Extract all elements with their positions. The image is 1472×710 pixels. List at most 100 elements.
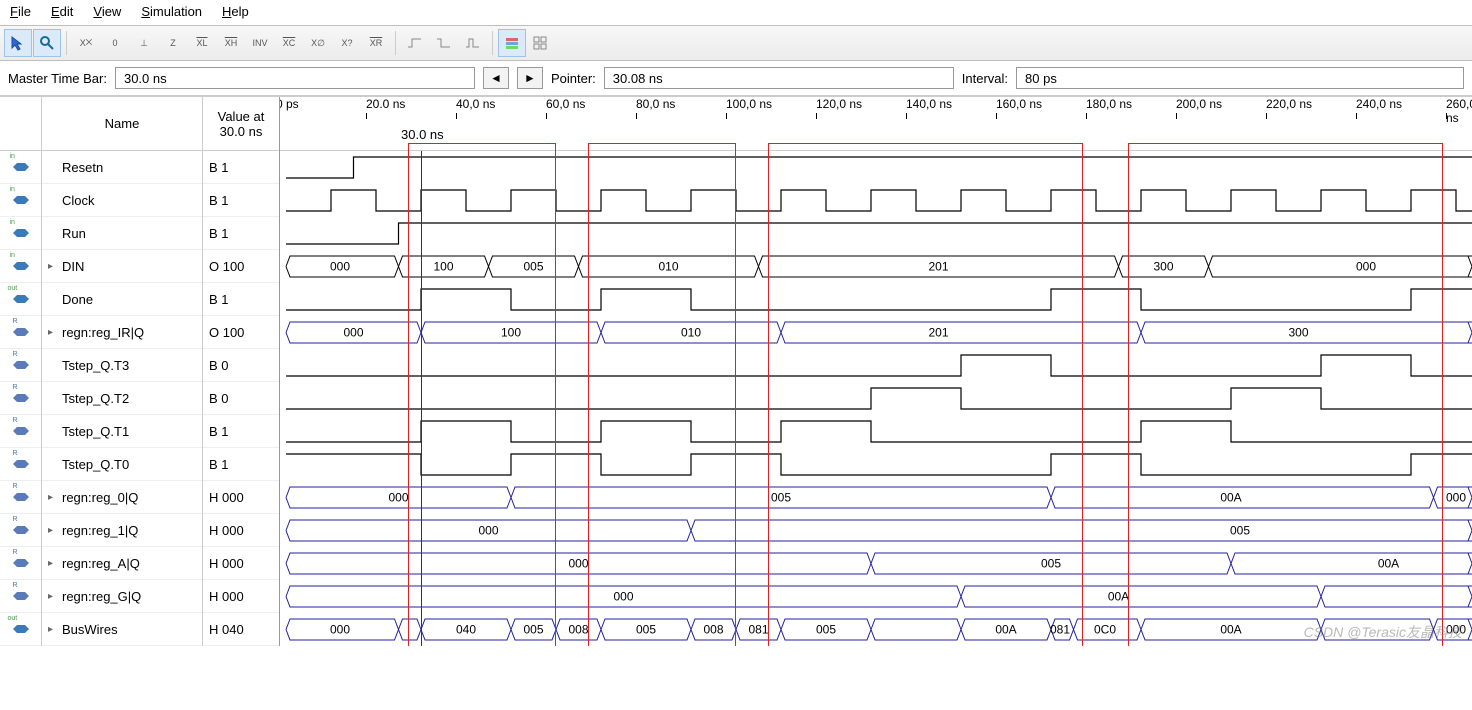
signal-row[interactable]: ▸regn:reg_1|Q (42, 514, 202, 547)
prev-button[interactable]: ◄ (483, 67, 509, 89)
svg-text:0C0: 0C0 (1094, 623, 1116, 637)
main-area: Name ResetnClockRun▸DINDone▸regn:reg_IR|… (0, 96, 1472, 646)
waveform-row[interactable]: 00000A (280, 580, 1472, 613)
value-header: Value at 30.0 ns (203, 97, 279, 151)
svg-text:201: 201 (928, 326, 948, 340)
pointer-tool-icon[interactable] (4, 29, 32, 57)
xo-icon[interactable]: X∅ (304, 29, 332, 57)
cursor-label: 30.0 ns (401, 127, 444, 142)
waveform-row[interactable] (280, 349, 1472, 382)
signal-type-icon (13, 425, 29, 437)
master-time-field[interactable]: 30.0 ns (115, 67, 475, 89)
expand-icon[interactable]: ▸ (48, 492, 58, 503)
next-button[interactable]: ► (517, 67, 543, 89)
svg-text:000: 000 (330, 623, 350, 637)
expand-icon[interactable]: ▸ (48, 591, 58, 602)
signal-row[interactable]: Tstep_Q.T3 (42, 349, 202, 382)
signal-value: B 1 (203, 415, 279, 448)
wave3-icon[interactable] (459, 29, 487, 57)
signal-row[interactable]: Done (42, 283, 202, 316)
xq-icon[interactable]: X? (333, 29, 361, 57)
waveform-row[interactable] (280, 184, 1472, 217)
waveform-area[interactable]: 30.0 ns 0 ps20.0 ns40,0 ns60,0 ns80,0 ns… (280, 97, 1472, 646)
wave1-icon[interactable] (401, 29, 429, 57)
xc-icon[interactable]: XC (275, 29, 303, 57)
signal-row[interactable]: Run (42, 217, 202, 250)
waveform-row[interactable] (280, 448, 1472, 481)
signal-row[interactable]: Tstep_Q.T1 (42, 415, 202, 448)
svg-text:00A: 00A (995, 623, 1016, 637)
signal-type-icon (13, 458, 29, 470)
signal-row[interactable]: ▸ regn:reg_G|Q (42, 580, 202, 613)
signal-value: H 000 (203, 514, 279, 547)
signal-name: Done (62, 292, 93, 307)
svg-text:000: 000 (330, 260, 350, 274)
menu-edit[interactable]: Edit (51, 4, 73, 19)
cursor-line[interactable] (421, 151, 422, 646)
snap-icon[interactable] (498, 29, 526, 57)
force-z-icon[interactable]: Z (159, 29, 187, 57)
expand-icon[interactable]: ▸ (48, 558, 58, 569)
inv-icon[interactable]: INV (246, 29, 274, 57)
force-h-icon[interactable]: XH (217, 29, 245, 57)
force-l-icon[interactable]: XL (188, 29, 216, 57)
signal-row[interactable]: ▸regn:reg_A|Q (42, 547, 202, 580)
svg-text:000: 000 (1446, 491, 1466, 505)
svg-text:081: 081 (748, 623, 768, 637)
svg-text:000: 000 (613, 590, 633, 604)
menu-simulation[interactable]: Simulation (141, 4, 202, 19)
pointer-field[interactable]: 30.08 ns (604, 67, 954, 89)
menu-view[interactable]: View (93, 4, 121, 19)
zoom-tool-icon[interactable] (33, 29, 61, 57)
svg-text:00A: 00A (1220, 491, 1241, 505)
force-0-icon[interactable]: 0 (101, 29, 129, 57)
waveform-row[interactable]: 00000500A (280, 547, 1472, 580)
svg-text:000: 000 (478, 524, 498, 538)
overwrite-x-icon[interactable]: X⨉ (72, 29, 100, 57)
watermark: CSDN @Terasic友晶科技 (1304, 622, 1462, 642)
svg-text:010: 010 (658, 260, 678, 274)
pointer-label: Pointer: (551, 71, 596, 86)
xr-icon[interactable]: XR (362, 29, 390, 57)
signal-name: regn:reg_0|Q (62, 490, 138, 505)
signal-name: BusWires (62, 622, 118, 637)
signal-row[interactable]: Tstep_Q.T2 (42, 382, 202, 415)
waveform-row[interactable] (280, 283, 1472, 316)
time-ruler[interactable]: 30.0 ns 0 ps20.0 ns40,0 ns60,0 ns80,0 ns… (280, 97, 1472, 151)
signal-value: B 1 (203, 448, 279, 481)
signal-name: Tstep_Q.T1 (62, 424, 129, 439)
waveform-row[interactable] (280, 382, 1472, 415)
svg-text:008: 008 (568, 623, 588, 637)
menu-file[interactable]: File (10, 4, 31, 19)
signal-value: O 100 (203, 250, 279, 283)
waveform-row[interactable] (280, 151, 1472, 184)
signal-row[interactable]: ▸ regn:reg_0|Q (42, 481, 202, 514)
expand-icon[interactable]: ▸ (48, 261, 58, 272)
waveform-row[interactable] (280, 217, 1472, 250)
signal-type-icon (13, 359, 29, 371)
menu-help[interactable]: Help (222, 4, 249, 19)
force-1-icon[interactable]: ⊥ (130, 29, 158, 57)
waveform-row[interactable]: 00000500A000 (280, 481, 1472, 514)
svg-text:00A: 00A (1220, 623, 1241, 637)
waveform-row[interactable]: 00004000500800500808100500A0810C000A000 (280, 613, 1472, 646)
signal-type-icon (13, 293, 29, 305)
waveform-row[interactable]: 000005 (280, 514, 1472, 547)
expand-icon[interactable]: ▸ (48, 327, 58, 338)
waveform-row[interactable]: 000100010201300 (280, 316, 1472, 349)
waveform-row[interactable]: 000100005010201300000 (280, 250, 1472, 283)
signal-row[interactable]: ▸ BusWires (42, 613, 202, 646)
signal-type-icon (13, 491, 29, 503)
expand-icon[interactable]: ▸ (48, 525, 58, 536)
signal-row[interactable]: ▸regn:reg_IR|Q (42, 316, 202, 349)
signal-name: regn:reg_G|Q (62, 589, 141, 604)
signal-row[interactable]: Resetn (42, 151, 202, 184)
grid-icon[interactable] (527, 29, 555, 57)
signal-row[interactable]: Tstep_Q.T0 (42, 448, 202, 481)
waveform-row[interactable] (280, 415, 1472, 448)
signal-row[interactable]: ▸DIN (42, 250, 202, 283)
interval-field[interactable]: 80 ps (1016, 67, 1464, 89)
signal-row[interactable]: Clock (42, 184, 202, 217)
wave2-icon[interactable] (430, 29, 458, 57)
expand-icon[interactable]: ▸ (48, 624, 58, 635)
